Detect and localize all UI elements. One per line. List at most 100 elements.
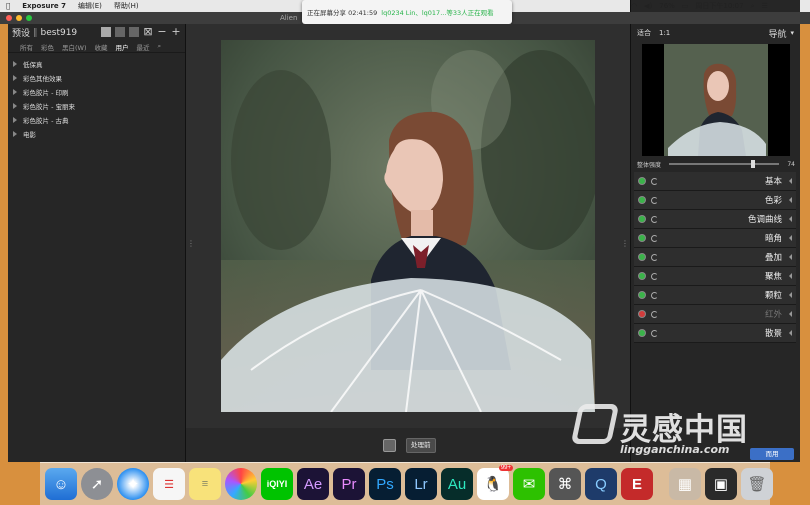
app-menu[interactable]: Exposure 7 [22,2,66,10]
enable-toggle-icon[interactable] [639,292,645,298]
list-icon[interactable]: ☰ [762,2,768,10]
apple-icon[interactable]:  [6,2,10,10]
preset-folder[interactable]: 彩色胶片 - 古典 [8,113,185,127]
clock[interactable]: 周日下午10:07 [695,1,743,11]
navigator-thumbnail[interactable] [642,44,790,156]
menu-edit[interactable]: 编辑(E) [78,1,102,11]
reset-icon[interactable] [651,310,658,318]
disclosure-triangle-icon[interactable] [13,75,17,81]
enable-toggle-icon[interactable] [639,273,645,279]
chevron-left-icon[interactable] [789,311,792,317]
collapse-left-icon[interactable]: ⋮ [187,239,195,248]
wechat-icon[interactable]: ✉ [513,468,545,500]
preset-folder[interactable]: 电影 [8,127,185,141]
notes-icon[interactable]: ≡ [189,468,221,500]
exposure-icon[interactable]: E [621,468,653,500]
after-effects-icon[interactable]: Ae [297,468,329,500]
adjustment-row[interactable]: 聚焦 [634,267,796,286]
wifi-icon[interactable]: ◠ [631,2,637,10]
disclosure-triangle-icon[interactable] [13,117,17,123]
finder-icon[interactable]: ☺ [45,468,77,500]
navigator-title[interactable]: 导航 [768,27,786,40]
grid-large-icon[interactable] [101,27,111,37]
menu-help[interactable]: 帮助(H) [114,1,139,11]
compare-view-button[interactable] [383,439,396,452]
reminders-icon[interactable]: ☰ [153,468,185,500]
enable-toggle-icon[interactable] [639,197,645,203]
preset-folder[interactable]: 彩色胶片 - 宝丽来 [8,99,185,113]
intensity-handle[interactable] [750,160,755,168]
close-window-button[interactable] [6,15,12,21]
before-after-button[interactable]: 处理前 [406,438,436,453]
reset-icon[interactable] [651,234,658,242]
collapse-icon[interactable]: ⊠ [143,26,153,37]
chevron-left-icon[interactable] [789,273,792,279]
launchpad-icon[interactable]: ➚ [81,468,113,500]
quicktime-icon[interactable]: Q [585,468,617,500]
qq-icon[interactable]: 🐧 99+ [477,465,513,500]
chevron-left-icon[interactable] [789,330,792,336]
search-icon[interactable]: ⌕ [751,2,755,11]
trash-icon[interactable]: 🗑 [741,468,773,500]
tab-favorites[interactable]: 收藏 [95,42,108,52]
intensity-track[interactable] [669,160,780,168]
image-folder-icon[interactable]: ▦ [669,468,701,500]
adjustment-row[interactable]: 红外 [634,305,796,324]
volume-icon[interactable]: ◀) [644,2,652,10]
disclosure-triangle-icon[interactable] [13,103,17,109]
chevron-left-icon[interactable] [789,292,792,298]
plus-icon[interactable]: + [171,26,181,37]
disclosure-triangle-icon[interactable] [13,61,17,67]
zoom-1to1-button[interactable]: 1:1 [659,29,670,37]
screenshot-icon[interactable]: ⌘ [549,468,581,500]
adjustment-row[interactable]: 叠加 [634,248,796,267]
zoom-fit-button[interactable]: 适合 [637,28,651,38]
enable-toggle-icon[interactable] [639,235,645,241]
adjustment-row[interactable]: 暗角 [634,229,796,248]
reset-icon[interactable] [651,177,658,185]
main-photo[interactable] [221,40,595,412]
premiere-icon[interactable]: Pr [333,468,365,500]
tab-user[interactable]: 用户 [116,42,129,52]
reset-icon[interactable] [651,329,658,337]
reset-icon[interactable] [651,272,658,280]
lightroom-icon[interactable]: Lr [405,468,437,500]
presets-user[interactable]: best919 [41,28,78,38]
photos-icon[interactable] [225,468,257,500]
chevron-left-icon[interactable] [789,216,792,222]
adjustment-row[interactable]: 散景 [634,324,796,343]
audition-icon[interactable]: Au [441,468,473,500]
adjustment-row[interactable]: 色彩 [634,191,796,210]
disclosure-triangle-icon[interactable] [13,131,17,137]
adjustment-row[interactable]: 色调曲线 [634,210,796,229]
tab-bw[interactable]: 黑白(W) [62,42,87,52]
search-icon[interactable]: ⌕ [158,42,162,51]
reset-icon[interactable] [651,291,658,299]
adjustment-row[interactable]: 颗粒 [634,286,796,305]
preset-folder[interactable]: 彩色胶片 - 印刷 [8,85,185,99]
grid-small-icon[interactable] [115,27,125,37]
chevron-left-icon[interactable] [789,235,792,241]
enable-toggle-icon[interactable] [639,254,645,260]
minus-icon[interactable]: − [157,26,167,37]
adjustment-row[interactable]: 基本 [634,172,796,191]
enable-toggle-icon[interactable] [639,216,645,222]
iqiyi-icon[interactable]: iQIYI [261,468,293,500]
list-view-icon[interactable] [129,27,139,37]
chevron-down-icon[interactable]: ▾ [790,29,794,37]
downloads-icon[interactable]: ▣ [705,468,737,500]
tab-recent[interactable]: 最近 [137,42,150,52]
collapse-right-icon[interactable]: ⋮ [621,239,629,248]
enable-toggle-icon[interactable] [639,330,645,336]
enable-toggle-icon[interactable] [639,178,645,184]
disclosure-triangle-icon[interactable] [13,89,17,95]
chevron-left-icon[interactable] [789,178,792,184]
tab-color[interactable]: 彩色 [41,42,54,52]
photoshop-icon[interactable]: Ps [369,468,401,500]
safari-icon[interactable]: ✦ [117,468,149,500]
reset-icon[interactable] [651,253,658,261]
preset-folder[interactable]: 低保真 [8,57,185,71]
chevron-left-icon[interactable] [789,254,792,260]
reset-icon[interactable] [651,196,658,204]
preset-folder[interactable]: 彩色其他效果 [8,71,185,85]
